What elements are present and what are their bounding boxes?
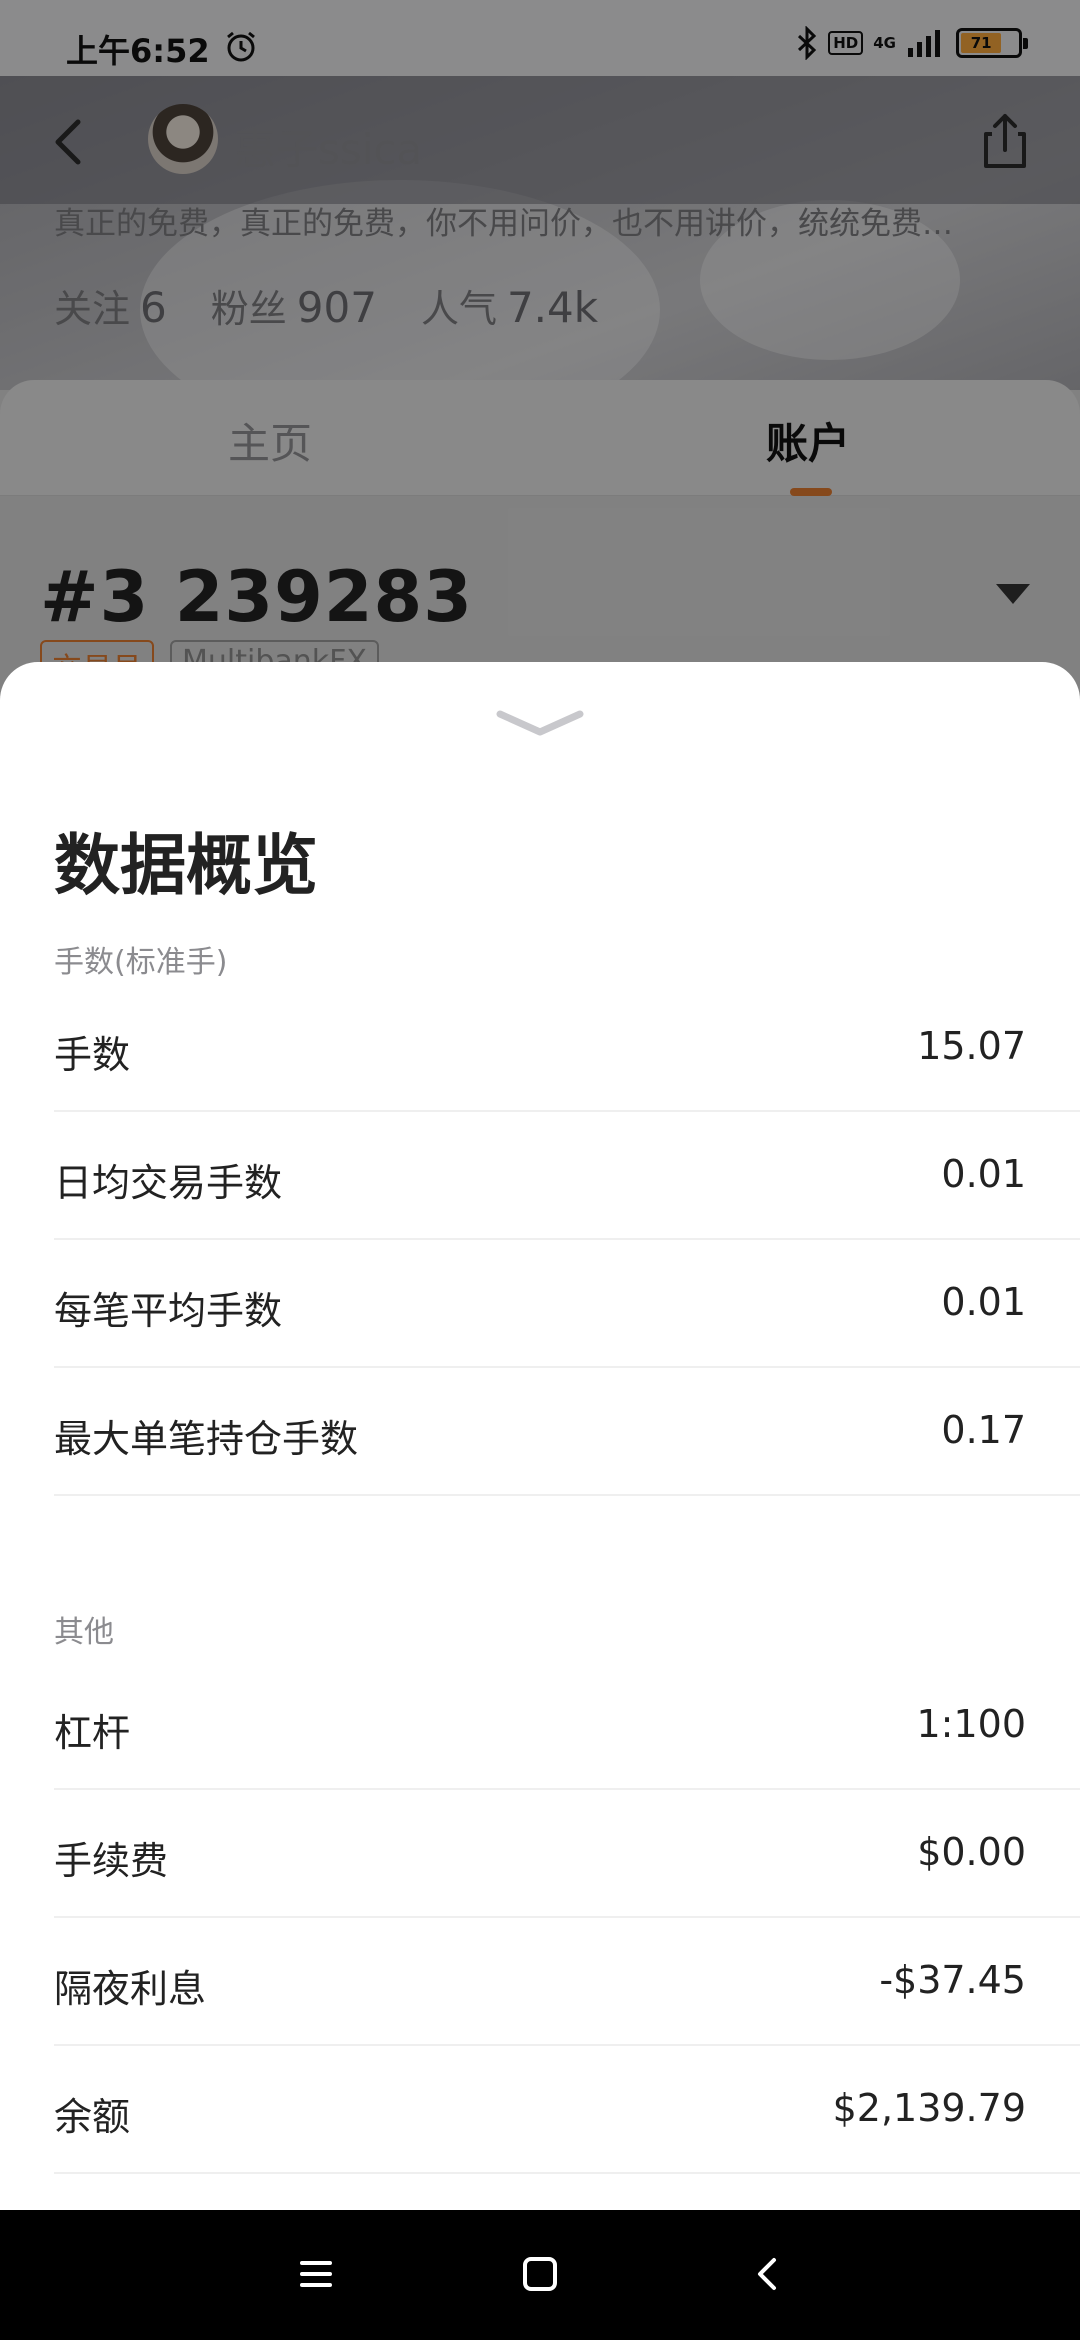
table-row: 隔夜利息 -$37.45 bbox=[54, 1918, 1080, 2046]
menu-icon[interactable] bbox=[286, 2244, 346, 2304]
home-icon[interactable] bbox=[510, 2244, 570, 2304]
system-nav-bar bbox=[0, 2210, 1080, 2340]
row-value: $2,139.79 bbox=[832, 2086, 1026, 2130]
row-value: -$37.45 bbox=[879, 1958, 1026, 2002]
row-value: 0.01 bbox=[941, 1280, 1026, 1324]
back-icon[interactable] bbox=[738, 2244, 798, 2304]
sheet-title: 数据概览 bbox=[54, 827, 318, 904]
row-label: 每笔平均手数 bbox=[54, 1289, 283, 1333]
row-label: 日均交易手数 bbox=[54, 1161, 283, 1205]
row-label: 余额 bbox=[54, 2095, 131, 2139]
row-value: 0.01 bbox=[941, 1152, 1026, 1196]
row-label: 隔夜利息 bbox=[54, 1967, 207, 2011]
table-row: 余额 $2,139.79 bbox=[54, 2046, 1080, 2174]
row-value: 1:100 bbox=[916, 1702, 1026, 1746]
section-label-lots: 手数(标准手) bbox=[54, 945, 228, 980]
row-label: 手数 bbox=[54, 1033, 131, 1077]
data-overview-sheet: 数据概览 手数(标准手) 手数 15.07 日均交易手数 0.01 每笔平均手数… bbox=[0, 662, 1080, 2212]
row-label: 手续费 bbox=[54, 1839, 169, 1883]
table-row: 手续费 $0.00 bbox=[54, 1790, 1080, 1918]
table-row: 杠杆 1:100 bbox=[54, 1662, 1080, 1790]
table-row: 手数 15.07 bbox=[54, 984, 1080, 1112]
row-label: 最大单笔持仓手数 bbox=[54, 1417, 359, 1461]
table-row: 最大单笔持仓手数 0.17 bbox=[54, 1368, 1080, 1496]
table-row: 日均交易手数 0.01 bbox=[54, 1112, 1080, 1240]
row-value: 0.17 bbox=[941, 1408, 1026, 1452]
section-label-other: 其他 bbox=[54, 1615, 114, 1650]
row-label: 杠杆 bbox=[54, 1711, 131, 1755]
row-value: 15.07 bbox=[917, 1024, 1026, 1068]
chevron-down-icon[interactable] bbox=[494, 706, 586, 742]
row-value: $0.00 bbox=[917, 1830, 1026, 1874]
table-row: 每笔平均手数 0.01 bbox=[54, 1240, 1080, 1368]
